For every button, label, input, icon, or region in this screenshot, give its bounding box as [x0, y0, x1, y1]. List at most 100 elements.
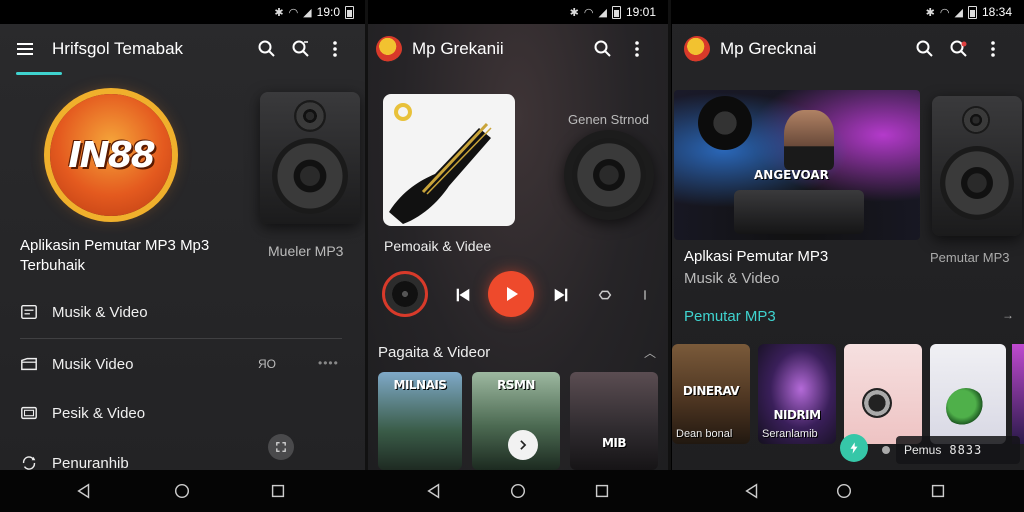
- wifi-icon: ◠: [288, 6, 299, 19]
- music-thumbnail[interactable]: [844, 344, 922, 444]
- album-label: Pemoaik & Videe: [384, 238, 492, 254]
- more-vert-icon: [644, 290, 646, 300]
- more-vert-icon[interactable]: [318, 32, 352, 66]
- speaker-image: [932, 96, 1022, 236]
- signal-icon: ◢: [598, 6, 607, 19]
- more-vert-icon[interactable]: [620, 32, 654, 66]
- app-logo: IN88: [50, 94, 172, 216]
- avatar[interactable]: [684, 36, 710, 62]
- menu-item-musik-video-2[interactable]: Musik Video: [20, 355, 133, 373]
- divider: [20, 338, 342, 339]
- home-circle-icon[interactable]: [508, 481, 528, 501]
- play-icon: [507, 287, 518, 301]
- logo-text: IN88: [68, 134, 156, 176]
- tv-icon: [21, 406, 37, 420]
- side-label: Mueler MP3: [268, 243, 344, 259]
- back-triangle-icon[interactable]: [424, 481, 444, 501]
- dj-speaker-left: [698, 96, 752, 150]
- search-icon[interactable]: [250, 32, 284, 66]
- menu-item-label: Musik Video: [52, 355, 134, 373]
- video-thumbnail[interactable]: MIB: [570, 372, 658, 470]
- side-label: Pemutar MP3: [930, 250, 1010, 265]
- repeat-button[interactable]: [592, 282, 618, 308]
- album-art[interactable]: [383, 94, 515, 226]
- search-filter-icon[interactable]: [284, 32, 318, 66]
- bluetooth-icon: ✱: [274, 6, 284, 19]
- play-button[interactable]: [488, 271, 534, 317]
- home-circle-icon[interactable]: [834, 481, 854, 501]
- recents-square-icon[interactable]: [268, 481, 288, 501]
- signal-icon: ◢: [303, 6, 312, 19]
- video-thumbnail[interactable]: MILNAIS: [378, 372, 462, 470]
- menu-item-penuranhib[interactable]: Penuranhib: [20, 454, 129, 470]
- avatar[interactable]: [376, 36, 402, 62]
- battery-icon: [345, 5, 354, 19]
- dj-figure: [784, 110, 834, 170]
- next-button[interactable]: [548, 282, 574, 308]
- screen-divider: [668, 0, 671, 470]
- thumbnail-subtitle: Seranlamib: [762, 428, 818, 440]
- guitar-hand-icon: [389, 103, 492, 224]
- collapse-chevron-icon[interactable]: ︿: [644, 344, 656, 361]
- section-title: Pagaita & Videor: [378, 344, 491, 361]
- more-horiz-icon[interactable]: ••••: [318, 356, 339, 370]
- guitar-pedal-icon: [862, 388, 892, 418]
- thumbnail-caption: MILNAIS: [393, 378, 448, 392]
- search-history-icon[interactable]: [942, 32, 976, 66]
- mini-player[interactable]: Pemus 8833: [896, 436, 1020, 464]
- chevron-right-icon: [520, 440, 527, 450]
- mini-player-label: Pemus: [904, 443, 942, 457]
- speaker-image: [564, 130, 654, 220]
- app-bar: Hrifsgol Temabak: [0, 28, 366, 70]
- app-bar: Mp Grekanii: [368, 28, 668, 70]
- app-title: Mp Grekanii: [412, 39, 504, 58]
- lightning-icon: [850, 442, 858, 454]
- back-triangle-icon[interactable]: [742, 481, 762, 501]
- menu-item-label: Pesik & Video: [52, 404, 146, 422]
- bluetooth-icon: ✱: [569, 6, 579, 19]
- speaker-woofer: [572, 138, 646, 212]
- menu-item-musik-video[interactable]: Musik & Video: [20, 303, 148, 321]
- recents-square-icon[interactable]: [928, 481, 948, 501]
- next-page-button[interactable]: [508, 430, 538, 460]
- signal-icon: ◢: [954, 6, 963, 19]
- now-playing-disc-button[interactable]: [382, 271, 428, 317]
- app-title: Mp Grecknai: [720, 39, 817, 58]
- hamburger-menu-icon[interactable]: [8, 32, 42, 66]
- search-icon[interactable]: [908, 32, 942, 66]
- status-time: 19:01: [625, 5, 656, 19]
- speaker-image: [260, 92, 360, 224]
- arrow-right-icon[interactable]: →: [1002, 308, 1014, 322]
- menu-item-trailing: ЯO: [258, 357, 276, 371]
- music-thumbnail[interactable]: NIDRIM Seranlamib: [758, 344, 836, 444]
- music-thumbnail[interactable]: DINERAV Dean bonal: [672, 344, 750, 444]
- system-nav-bar: [0, 470, 1024, 512]
- hero-title: Aplkasi Pemutar MP3: [684, 248, 829, 265]
- skip-previous-icon: [456, 288, 470, 302]
- more-options-button[interactable]: [638, 282, 652, 308]
- thumbnail-caption: RSMN: [497, 378, 535, 392]
- thumbnail-caption: MIB: [601, 436, 627, 450]
- side-label: Genen Strnod: [568, 112, 649, 127]
- music-thumbnail[interactable]: [930, 344, 1006, 444]
- screen-1: ✱ ◠ ◢ 19:0 Hrifsgol Temabak IN88 Aplikas…: [0, 0, 366, 470]
- fullscreen-button[interactable]: [268, 434, 294, 460]
- folder-icon: [21, 357, 37, 371]
- previous-button[interactable]: [450, 282, 476, 308]
- action-button[interactable]: [840, 434, 868, 462]
- thumbnail-caption: DINERAV: [682, 384, 740, 398]
- menu-item-pesik-video[interactable]: Pesik & Video: [20, 404, 145, 422]
- status-bar: ✱ ◠ ◢ 19:01: [368, 0, 668, 24]
- character-icon: [946, 388, 986, 428]
- wifi-icon: ◠: [583, 6, 594, 19]
- more-vert-icon[interactable]: [976, 32, 1010, 66]
- status-time: 19:0: [316, 5, 340, 19]
- home-circle-icon[interactable]: [172, 481, 192, 501]
- recents-square-icon[interactable]: [592, 481, 612, 501]
- featured-banner[interactable]: ANGEVOAR: [674, 90, 920, 240]
- back-triangle-icon[interactable]: [74, 481, 94, 501]
- playback-controls: [380, 270, 660, 318]
- search-icon[interactable]: [586, 32, 620, 66]
- mini-player-count: 8833: [949, 443, 983, 457]
- music-thumbnail[interactable]: [1012, 344, 1024, 444]
